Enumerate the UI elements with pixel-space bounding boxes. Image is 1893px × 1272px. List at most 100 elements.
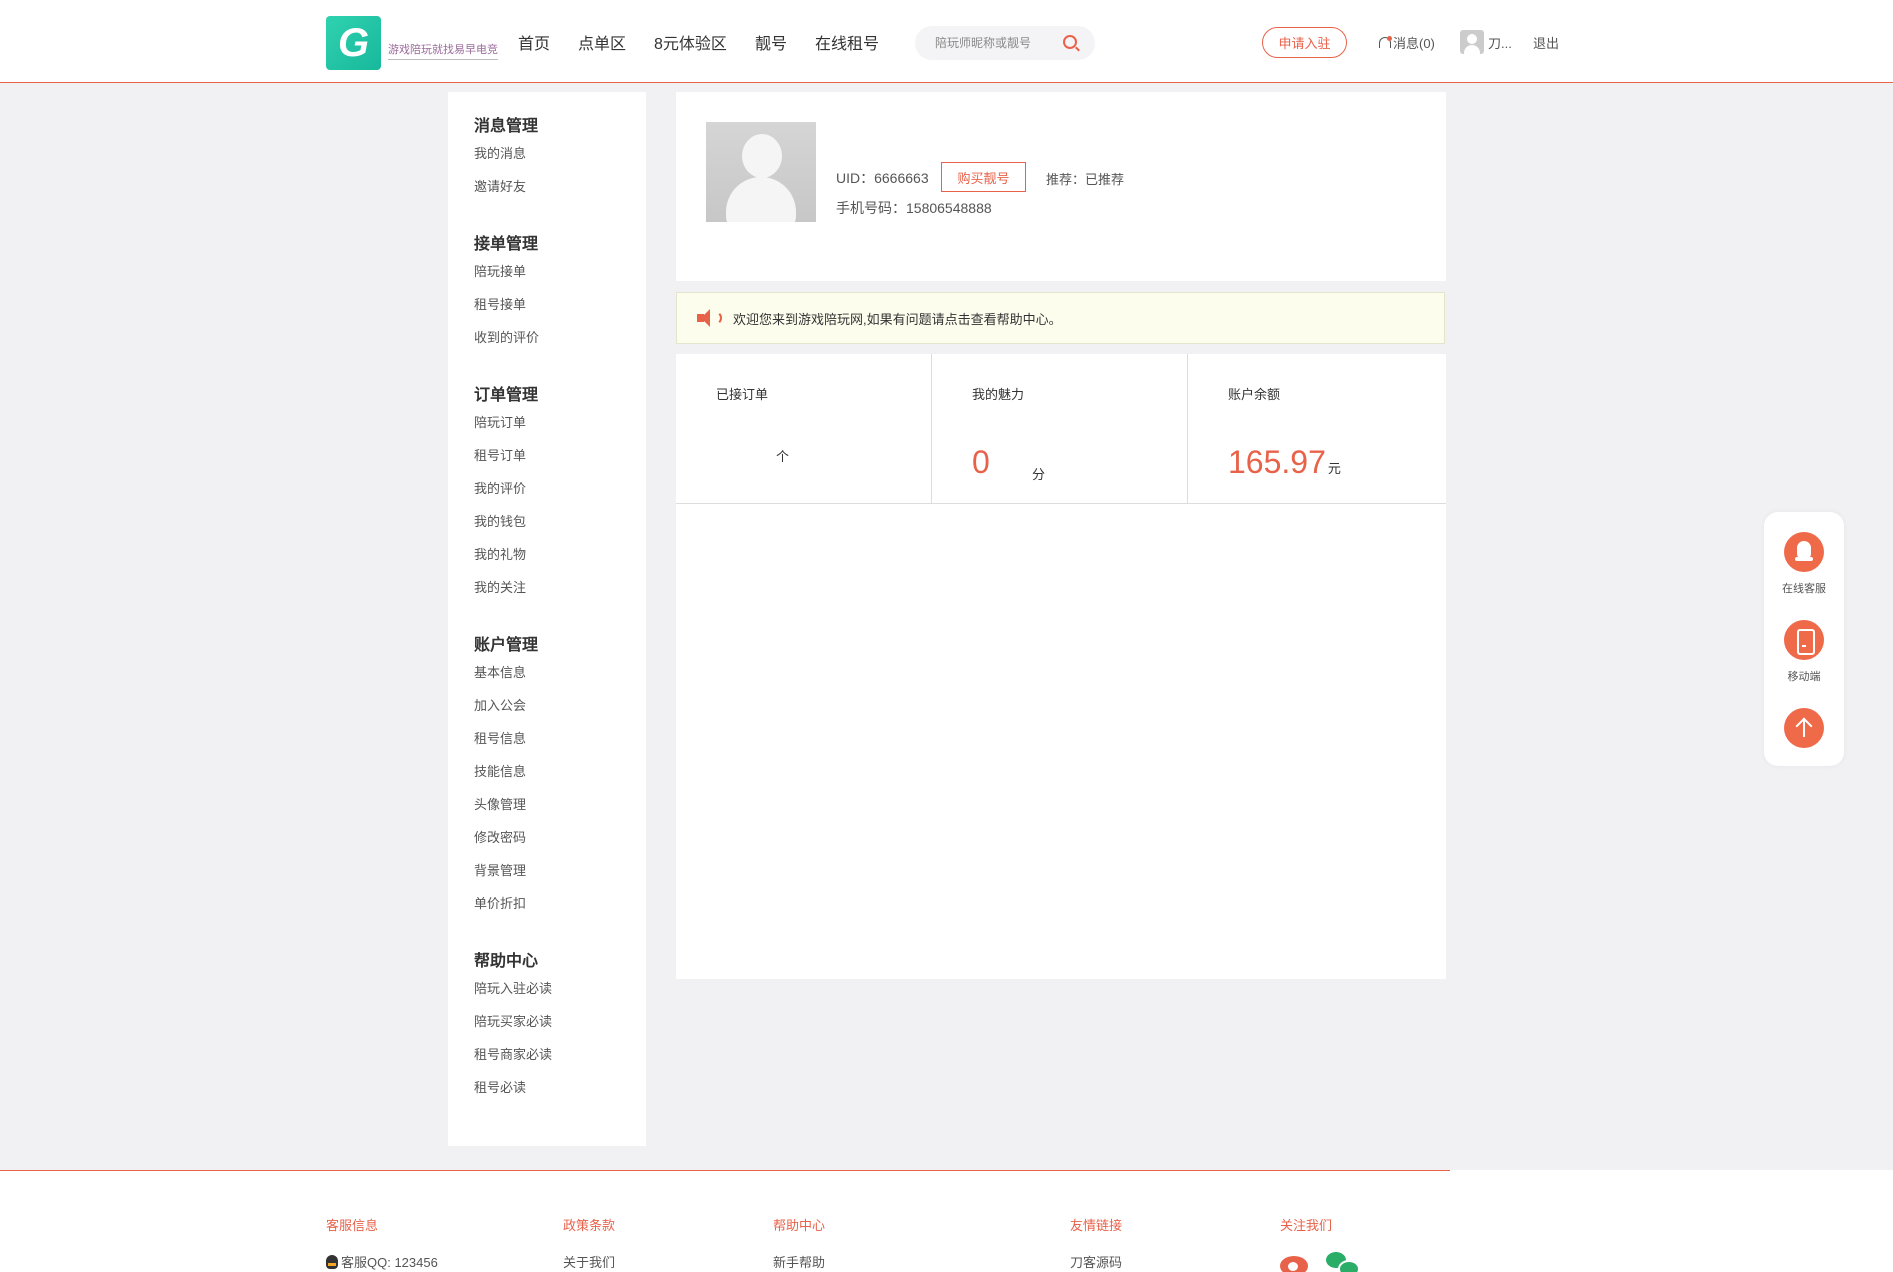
sidebar-item-password[interactable]: 修改密码	[474, 828, 646, 861]
footer: 客服信息 客服QQ: 123456 政策条款 关于我们 帮助中心 新手帮助 友情…	[0, 1170, 1893, 1272]
footer-links-title: 友情链接	[1070, 1218, 1123, 1233]
sidebar-item-rent-info[interactable]: 租号信息	[474, 729, 646, 762]
user-phone: 手机号码：15806548888	[836, 200, 992, 216]
sidebar-item-background[interactable]: 背景管理	[474, 861, 646, 894]
footer-help-title: 帮助中心	[773, 1218, 826, 1233]
apply-join-button[interactable]: 申请入驻	[1262, 27, 1347, 58]
stat-balance: 账户余额 165.97 元	[1188, 354, 1446, 504]
sidebar-group-messages: 消息管理 我的消息 邀请好友	[474, 112, 646, 210]
speaker-icon	[697, 309, 723, 327]
sidebar-item-discount[interactable]: 单价折扣	[474, 894, 646, 927]
footer-service-title: 客服信息	[326, 1218, 379, 1233]
footer-service-qq[interactable]: 客服QQ: 123456	[326, 1252, 438, 1271]
top-header: G 游戏陪玩就找易早电竞 首页 点单区 8元体验区 靓号 在线租号 申请入驻 消…	[0, 0, 1893, 83]
bell-icon	[1378, 35, 1392, 50]
messages-label: 消息(0)	[1393, 36, 1435, 51]
search-box	[915, 26, 1095, 60]
messages-link[interactable]: 消息(0)	[1378, 33, 1435, 52]
weibo-icon[interactable]	[1280, 1248, 1314, 1272]
nav-trial-zone[interactable]: 8元体验区	[654, 30, 727, 54]
sidebar-item-received-reviews[interactable]: 收到的评价	[474, 328, 646, 361]
stat-label: 已接订单	[716, 387, 769, 402]
footer-newbie-help-link[interactable]: 新手帮助	[773, 1252, 825, 1271]
sidebar-group-title: 账户管理	[474, 637, 539, 654]
sidebar-item-help-rent[interactable]: 租号必读	[474, 1078, 646, 1111]
logo-icon: G	[326, 16, 381, 70]
sidebar-group-title: 消息管理	[474, 118, 539, 135]
user-menu[interactable]: 刀...	[1460, 30, 1512, 54]
sidebar-item-help-buyer[interactable]: 陪玩买家必读	[474, 1012, 646, 1045]
logout-link[interactable]: 退出	[1533, 33, 1559, 52]
stat-value: 0	[972, 444, 990, 480]
sidebar-group-orders: 订单管理 陪玩订单 租号订单 我的评价 我的钱包 我的礼物 我的关注	[474, 381, 646, 611]
sidebar-item-rent-accept[interactable]: 租号接单	[474, 295, 646, 328]
sidebar-item-join-guild[interactable]: 加入公会	[474, 696, 646, 729]
sidebar-item-basic-info[interactable]: 基本信息	[474, 663, 646, 696]
mobile-label: 移动端	[1787, 671, 1821, 683]
sidebar-group-title: 帮助中心	[474, 953, 539, 970]
footer-policy-title: 政策条款	[563, 1218, 616, 1233]
search-icon[interactable]	[1063, 35, 1077, 49]
notice-text[interactable]: 欢迎您来到游戏陪玩网,如果有问题请点击查看帮助中心。	[733, 309, 1062, 328]
footer-about-link[interactable]: 关于我们	[563, 1252, 615, 1271]
sidebar-item-my-reviews[interactable]: 我的评价	[474, 479, 646, 512]
sidebar-item-my-wallet[interactable]: 我的钱包	[474, 512, 646, 545]
footer-divider	[0, 1170, 1450, 1171]
sidebar-group-title: 接单管理	[474, 236, 539, 253]
online-service-label: 在线客服	[1782, 583, 1826, 595]
sidebar-item-help-player-join[interactable]: 陪玩入驻必读	[474, 979, 646, 1012]
qq-icon	[1784, 532, 1824, 572]
sidebar-group-accept: 接单管理 陪玩接单 租号接单 收到的评价	[474, 230, 646, 361]
sidebar-item-avatar[interactable]: 头像管理	[474, 795, 646, 828]
recommend-status: 推荐：已推荐	[1046, 172, 1125, 187]
back-to-top-button[interactable]	[1764, 708, 1844, 748]
footer-follow-title: 关注我们	[1280, 1218, 1333, 1233]
site-logo[interactable]: G 游戏陪玩就找易早电竞	[326, 16, 498, 70]
stat-accepted-orders: 已接订单 个	[676, 354, 932, 504]
nav-rent-account[interactable]: 在线租号	[815, 30, 879, 54]
search-input[interactable]	[935, 36, 1055, 50]
user-avatar-icon	[1460, 30, 1484, 54]
sidebar-group-help: 帮助中心 陪玩入驻必读 陪玩买家必读 租号商家必读 租号必读	[474, 947, 646, 1111]
sidebar: 消息管理 我的消息 邀请好友 接单管理 陪玩接单 租号接单 收到的评价 订单管理…	[448, 92, 646, 1146]
sidebar-group-account: 账户管理 基本信息 加入公会 租号信息 技能信息 头像管理 修改密码 背景管理 …	[474, 631, 646, 927]
wechat-icon[interactable]	[1326, 1248, 1360, 1272]
floating-toolbar: 在线客服 移动端	[1764, 512, 1844, 766]
notice-bar: 欢迎您来到游戏陪玩网,如果有问题请点击查看帮助中心。	[676, 292, 1445, 344]
stat-unit: 个	[776, 449, 790, 464]
footer-service: 客服信息 客服QQ: 123456	[326, 1215, 438, 1271]
nav-home[interactable]: 首页	[518, 30, 550, 54]
social-icons	[1280, 1248, 1360, 1272]
footer-links: 友情链接 刀客源码	[1070, 1215, 1122, 1271]
footer-friend-link[interactable]: 刀客源码	[1070, 1252, 1122, 1271]
stat-value: 165.97	[1228, 444, 1326, 480]
mobile-phone-icon	[1784, 620, 1824, 660]
stat-label: 我的魅力	[972, 387, 1025, 402]
stat-unit: 分	[1032, 467, 1046, 482]
arrow-up-icon	[1784, 708, 1824, 748]
sidebar-item-my-follows[interactable]: 我的关注	[474, 578, 646, 611]
footer-policy: 政策条款 关于我们	[563, 1215, 615, 1271]
user-name: 刀...	[1488, 35, 1512, 51]
main-nav: 首页 点单区 8元体验区 靓号 在线租号	[518, 30, 879, 54]
footer-help: 帮助中心 新手帮助	[773, 1215, 825, 1271]
sidebar-item-my-gifts[interactable]: 我的礼物	[474, 545, 646, 578]
mobile-button[interactable]: 移动端	[1764, 620, 1844, 684]
sidebar-item-skill-info[interactable]: 技能信息	[474, 762, 646, 795]
sidebar-item-invite-friends[interactable]: 邀请好友	[474, 177, 646, 210]
sidebar-group-title: 订单管理	[474, 387, 539, 404]
buy-premium-id-button[interactable]: 购买靓号	[941, 162, 1026, 192]
nav-order-zone[interactable]: 点单区	[578, 30, 626, 54]
sidebar-item-rent-orders[interactable]: 租号订单	[474, 446, 646, 479]
sidebar-item-help-rent-merchant[interactable]: 租号商家必读	[474, 1045, 646, 1078]
sidebar-item-my-messages[interactable]: 我的消息	[474, 144, 646, 177]
sidebar-item-play-orders[interactable]: 陪玩订单	[474, 413, 646, 446]
qq-icon	[326, 1254, 338, 1269]
stats-panel: 已接订单 个 我的魅力 0 分 账户余额 165.97 元	[676, 354, 1446, 979]
sidebar-item-play-accept[interactable]: 陪玩接单	[474, 262, 646, 295]
nav-premium-id[interactable]: 靓号	[755, 30, 787, 54]
online-service-button[interactable]: 在线客服	[1764, 532, 1844, 596]
profile-card: UID：6666663 购买靓号 推荐：已推荐 手机号码：15806548888	[676, 92, 1446, 281]
footer-follow: 关注我们	[1280, 1215, 1360, 1272]
footer-service-qq-text: 客服QQ: 123456	[341, 1255, 438, 1270]
